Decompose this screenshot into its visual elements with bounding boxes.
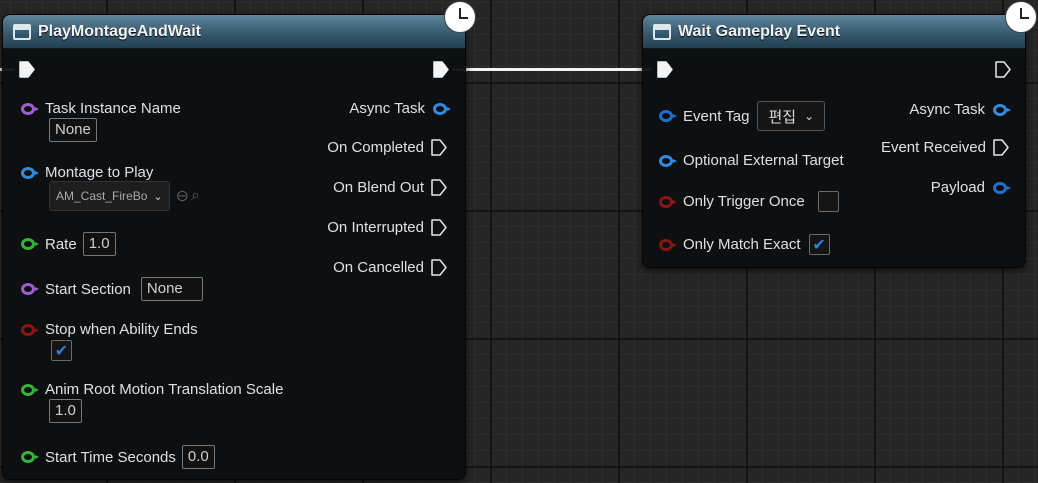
struct-pin-icon	[659, 110, 677, 122]
float-pin-icon	[21, 383, 39, 396]
pin-label: Event Tag	[683, 107, 750, 125]
node-title: Wait Gameplay Event	[678, 22, 841, 40]
pin-label: Payload	[930, 179, 985, 196]
on-blend-out-pin[interactable]: On Blend Out	[333, 179, 447, 196]
chevron-down-icon: ⌄	[153, 190, 163, 203]
exec-pin-icon	[433, 61, 449, 78]
object-pin-icon	[659, 154, 677, 167]
name-pin-icon	[21, 102, 39, 115]
bool-pin-icon	[21, 323, 39, 336]
event-received-pin[interactable]: Event Received	[881, 139, 1009, 156]
event-tag-pin[interactable]: Event Tag 편집 ⌄	[659, 101, 826, 131]
exec-in-pin[interactable]	[19, 61, 35, 78]
pin-label: Start Time Seconds	[45, 448, 176, 466]
start-section-pin[interactable]: Start Section None	[21, 277, 203, 301]
wait-gameplay-event-node[interactable]: Wait Gameplay Event Event Tag 편집 ⌄ Optio…	[642, 14, 1026, 268]
object-pin-icon	[21, 166, 39, 179]
exec-pin-icon	[657, 61, 673, 78]
function-icon	[13, 23, 31, 40]
exec-pin-icon	[431, 219, 447, 236]
on-cancelled-pin[interactable]: On Cancelled	[333, 259, 447, 276]
exec-pin-icon	[995, 61, 1011, 78]
exec-pin-icon	[431, 179, 447, 196]
play-montage-node[interactable]: PlayMontageAndWait Task Instance Name No…	[2, 14, 466, 480]
pin-label: Event Received	[880, 139, 986, 156]
pin-label: Anim Root Motion Translation Scale	[45, 381, 284, 398]
pin-label: On Cancelled	[333, 259, 424, 276]
pin-label: On Completed	[327, 139, 424, 156]
pin-label: Only Trigger Once	[683, 193, 805, 210]
latent-clock-icon	[444, 1, 476, 33]
bool-pin-icon	[659, 238, 677, 251]
payload-pin[interactable]: Payload	[930, 179, 1011, 196]
wait-gameplay-event-header[interactable]: Wait Gameplay Event	[643, 15, 1025, 49]
chevron-down-icon: ⌄	[804, 109, 815, 123]
pin-label: Start Section	[45, 280, 131, 298]
on-interrupted-pin[interactable]: On Interrupted	[327, 219, 447, 236]
pin-label: Rate	[45, 235, 77, 253]
struct-pin-icon	[993, 181, 1011, 194]
pin-label: Montage to Play	[45, 164, 154, 181]
latent-clock-icon	[1005, 1, 1037, 33]
event-tag-edit-dropdown[interactable]: 편집 ⌄	[757, 101, 826, 131]
dropdown-value: 편집	[768, 108, 797, 126]
only-trigger-once-pin[interactable]: Only Trigger Once	[659, 191, 839, 212]
pin-label: Optional External Target	[683, 152, 844, 169]
exec-pin-icon	[19, 61, 35, 78]
start-time-seconds-field[interactable]: 0.0	[181, 445, 215, 469]
pin-label: Stop when Ability Ends	[45, 321, 198, 338]
exec-wire	[452, 68, 652, 71]
rate-pin[interactable]: Rate 1.0	[21, 232, 116, 256]
function-icon	[653, 23, 671, 40]
float-pin-icon	[21, 451, 39, 463]
pin-label: Task Instance Name	[45, 100, 181, 117]
async-task-out-pin[interactable]: Async Task	[909, 101, 1011, 118]
object-pin-icon	[433, 102, 451, 115]
play-montage-header[interactable]: PlayMontageAndWait	[3, 15, 465, 49]
anim-root-motion-pin[interactable]: Anim Root Motion Translation Scale	[21, 381, 283, 398]
montage-asset-combo[interactable]: AM_Cast_FireBo ⌄	[49, 181, 170, 211]
task-instance-name-pin[interactable]: Task Instance Name	[21, 100, 181, 117]
exec-pin-icon	[431, 139, 447, 156]
exec-pin-icon	[431, 259, 447, 276]
use-selected-arrow-icon[interactable]: ⊖	[176, 186, 189, 206]
exec-out-pin[interactable]	[995, 61, 1011, 78]
object-pin-icon	[993, 103, 1011, 116]
task-instance-name-field[interactable]: None	[49, 118, 97, 142]
only-match-exact-pin[interactable]: Only Match Exact ✔	[659, 234, 830, 255]
start-time-seconds-pin[interactable]: Start Time Seconds 0.0	[21, 445, 215, 469]
rate-field[interactable]: 1.0	[82, 232, 116, 256]
float-pin-icon	[21, 238, 39, 250]
node-title: PlayMontageAndWait	[38, 22, 201, 40]
on-completed-pin[interactable]: On Completed	[327, 139, 447, 156]
pin-label: On Interrupted	[327, 219, 424, 236]
exec-in-pin[interactable]	[657, 61, 673, 78]
bool-pin-icon	[659, 195, 677, 208]
pin-label: Async Task	[349, 100, 425, 117]
only-trigger-once-checkbox[interactable]	[817, 191, 839, 212]
anim-root-motion-field[interactable]: 1.0	[49, 399, 82, 423]
montage-to-play-pin[interactable]: Montage to Play	[21, 164, 153, 181]
optional-external-target-pin[interactable]: Optional External Target	[659, 152, 844, 169]
montage-asset-value: AM_Cast_FireBo	[56, 189, 148, 203]
exec-out-pin[interactable]	[433, 61, 449, 78]
only-match-exact-checkbox[interactable]: ✔	[808, 234, 830, 255]
browse-search-icon[interactable]: ⌕	[191, 187, 200, 205]
exec-pin-icon	[993, 139, 1009, 156]
name-pin-icon	[21, 283, 39, 295]
start-section-field[interactable]: None	[140, 277, 203, 301]
stop-when-ability-ends-pin[interactable]: Stop when Ability Ends	[21, 321, 198, 338]
pin-label: On Blend Out	[333, 179, 424, 196]
pin-label: Only Match Exact	[683, 236, 801, 253]
pin-label: Async Task	[909, 101, 985, 118]
async-task-out-pin[interactable]: Async Task	[349, 100, 451, 117]
stop-when-ability-ends-checkbox[interactable]: ✔	[51, 340, 72, 361]
